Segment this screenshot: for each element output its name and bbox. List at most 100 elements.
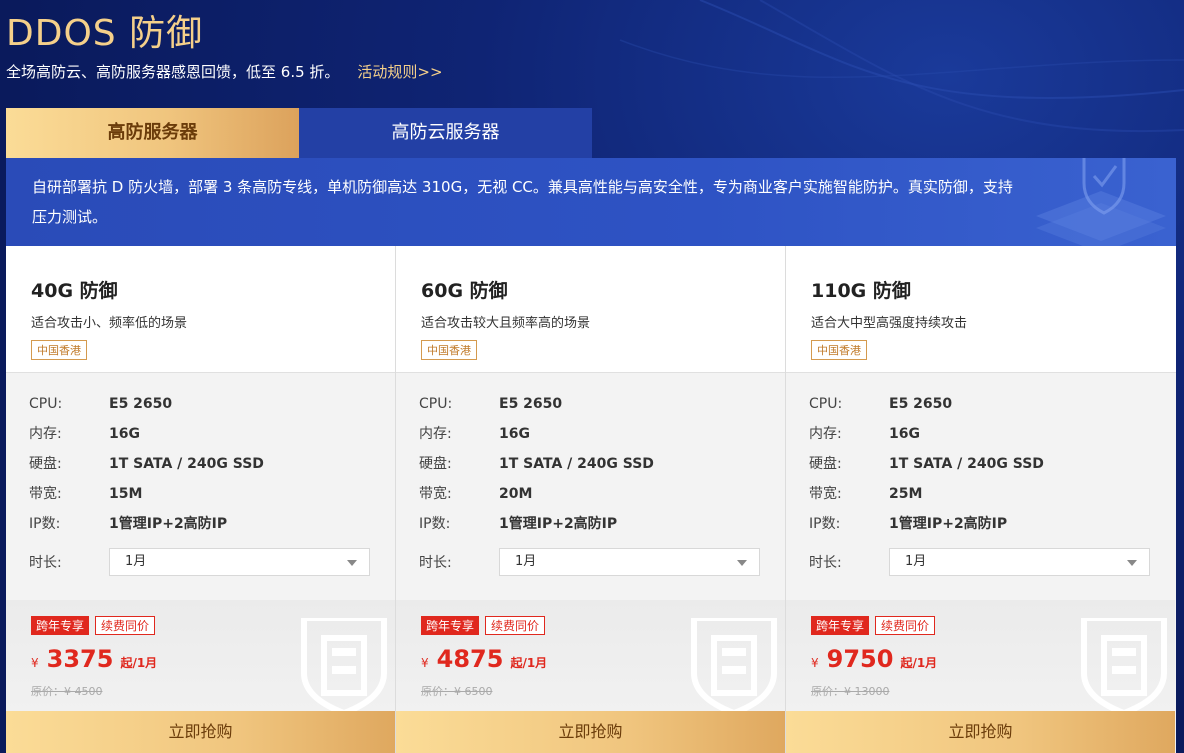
spec-label: 内存:: [419, 426, 452, 442]
spec-value: 16G: [889, 426, 920, 442]
duration-row: 时长: 1月: [809, 548, 1150, 576]
region-tag: 中国香港: [421, 340, 477, 360]
duration-select[interactable]: 1月: [889, 548, 1150, 576]
price: ¥ 3375 起/1月: [31, 645, 157, 673]
server-watermark-icon: [1081, 618, 1167, 711]
spec-value: 16G: [499, 426, 530, 442]
spec-disk: 硬盘: 1T SATA / 240G SSD: [29, 452, 374, 482]
duration-select[interactable]: 1月: [499, 548, 760, 576]
product-card-40g: 40G 防御 适合攻击小、频率低的场景 中国香港 CPU: E5 2650 内存:…: [6, 246, 396, 753]
price-area: 跨年专享 续费同价 ¥ 9750 起/1月 原价：¥ 13000: [786, 600, 1175, 711]
chevron-down-icon: [737, 560, 747, 566]
spec-value: E5 2650: [499, 396, 563, 412]
duration-label: 时长:: [809, 555, 842, 571]
buy-now-button[interactable]: 立即抢购: [396, 711, 785, 753]
spec-value: 1T SATA / 240G SSD: [499, 456, 654, 472]
price-unit: 起/1月: [120, 656, 158, 670]
spec-bandwidth: 带宽: 20M: [419, 482, 764, 512]
duration-select[interactable]: 1月: [109, 548, 370, 576]
spec-value: 16G: [109, 426, 140, 442]
spec-value: E5 2650: [889, 396, 953, 412]
spec-label: CPU:: [419, 396, 453, 412]
spec-bandwidth: 带宽: 15M: [29, 482, 374, 512]
spec-label: IP数:: [809, 516, 841, 532]
spec-value: 1管理IP+2高防IP: [889, 516, 1008, 532]
spec-value: 1T SATA / 240G SSD: [109, 456, 264, 472]
chevron-down-icon: [1127, 560, 1137, 566]
spec-cpu: CPU: E5 2650: [29, 392, 374, 422]
spec-label: 带宽:: [29, 486, 62, 502]
buy-now-button[interactable]: 立即抢购: [6, 711, 395, 753]
original-price: 原价：¥ 4500: [31, 685, 103, 698]
card-header: 40G 防御 适合攻击小、频率低的场景 中国香港: [6, 246, 395, 373]
price-value: 9750: [826, 645, 894, 673]
region-tag: 中国香港: [31, 340, 87, 360]
spec-list: CPU: E5 2650 内存: 16G 硬盘: 1T SATA / 240G SSD…: [29, 392, 374, 542]
product-card-110g: 110G 防御 适合大中型高强度持续攻击 中国香港 CPU: E5 2650 内存…: [786, 246, 1176, 753]
activity-rules-link[interactable]: 活动规则>>: [357, 63, 442, 81]
page-title: DDOS 防御: [6, 13, 204, 54]
duration-value: 1月: [905, 554, 927, 569]
price: ¥ 4875 起/1月: [421, 645, 547, 673]
original-price: 原价：¥ 6500: [421, 685, 493, 698]
currency-symbol: ¥: [31, 656, 39, 670]
tab-high-defense-cloud-server[interactable]: 高防云服务器: [299, 108, 592, 158]
spec-value: 1管理IP+2高防IP: [499, 516, 618, 532]
price-value: 3375: [46, 645, 114, 673]
spec-label: 硬盘:: [809, 456, 842, 472]
spec-cpu: CPU: E5 2650: [809, 392, 1154, 422]
card-header: 110G 防御 适合大中型高强度持续攻击 中国香港: [786, 246, 1176, 373]
price-badges: 跨年专享 续费同价: [31, 616, 156, 635]
duration-value: 1月: [515, 554, 537, 569]
spec-ip: IP数: 1管理IP+2高防IP: [809, 512, 1154, 542]
promo-subtitle: 全场高防云、高防服务器感恩回馈，低至 6.5 折。 活动规则>>: [6, 61, 443, 82]
spec-cpu: CPU: E5 2650: [419, 392, 764, 422]
card-name: 40G 防御: [31, 280, 118, 302]
spec-label: IP数:: [29, 516, 61, 532]
duration-row: 时长: 1月: [419, 548, 760, 576]
spec-list: CPU: E5 2650 内存: 16G 硬盘: 1T SATA / 240G SSD…: [419, 392, 764, 542]
duration-value: 1月: [125, 554, 147, 569]
price-unit: 起/1月: [900, 656, 938, 670]
product-tabs: 高防服务器 高防云服务器: [6, 108, 592, 158]
spec-bandwidth: 带宽: 25M: [809, 482, 1154, 512]
card-name: 60G 防御: [421, 280, 508, 302]
new-year-badge: 跨年专享: [421, 616, 480, 635]
card-scene: 适合大中型高强度持续攻击: [811, 316, 968, 331]
card-name: 110G 防御: [811, 280, 911, 302]
renew-same-price-badge: 续费同价: [95, 616, 156, 635]
server-watermark-icon: [691, 618, 777, 711]
spec-memory: 内存: 16G: [29, 422, 374, 452]
spec-memory: 内存: 16G: [809, 422, 1154, 452]
spec-value: 20M: [499, 486, 533, 502]
buy-now-button[interactable]: 立即抢购: [786, 711, 1175, 753]
card-scene: 适合攻击较大且频率高的场景: [421, 316, 591, 331]
spec-label: 硬盘:: [29, 456, 62, 472]
currency-symbol: ¥: [421, 656, 429, 670]
price-badges: 跨年专享 续费同价: [421, 616, 546, 635]
spec-ip: IP数: 1管理IP+2高防IP: [419, 512, 764, 542]
spec-memory: 内存: 16G: [419, 422, 764, 452]
original-price: 原价：¥ 13000: [811, 685, 890, 698]
duration-label: 时长:: [29, 555, 62, 571]
tab-high-defense-server[interactable]: 高防服务器: [6, 108, 299, 158]
price-badges: 跨年专享 续费同价: [811, 616, 936, 635]
spec-value: E5 2650: [109, 396, 173, 412]
price: ¥ 9750 起/1月: [811, 645, 937, 673]
price-unit: 起/1月: [510, 656, 548, 670]
price-area: 跨年专享 续费同价 ¥ 4875 起/1月 原价：¥ 6500: [396, 600, 785, 711]
product-cards: 40G 防御 适合攻击小、频率低的场景 中国香港 CPU: E5 2650 内存:…: [6, 246, 1176, 753]
promo-text: 全场高防云、高防服务器感恩回馈，低至 6.5 折。: [6, 63, 340, 81]
spec-list: CPU: E5 2650 内存: 16G 硬盘: 1T SATA / 240G SSD…: [809, 392, 1154, 542]
spec-value: 1管理IP+2高防IP: [109, 516, 228, 532]
product-description-banner: 自研部署抗 D 防火墙，部署 3 条高防专线，单机防御高达 310G，无视 CC…: [6, 158, 1176, 246]
new-year-badge: 跨年专享: [31, 616, 90, 635]
spec-label: 带宽:: [809, 486, 842, 502]
card-scene: 适合攻击小、频率低的场景: [31, 316, 188, 331]
renew-same-price-badge: 续费同价: [485, 616, 546, 635]
spec-value: 1T SATA / 240G SSD: [889, 456, 1044, 472]
server-watermark-icon: [301, 618, 387, 711]
spec-disk: 硬盘: 1T SATA / 240G SSD: [809, 452, 1154, 482]
price-value: 4875: [436, 645, 504, 673]
chevron-down-icon: [347, 560, 357, 566]
